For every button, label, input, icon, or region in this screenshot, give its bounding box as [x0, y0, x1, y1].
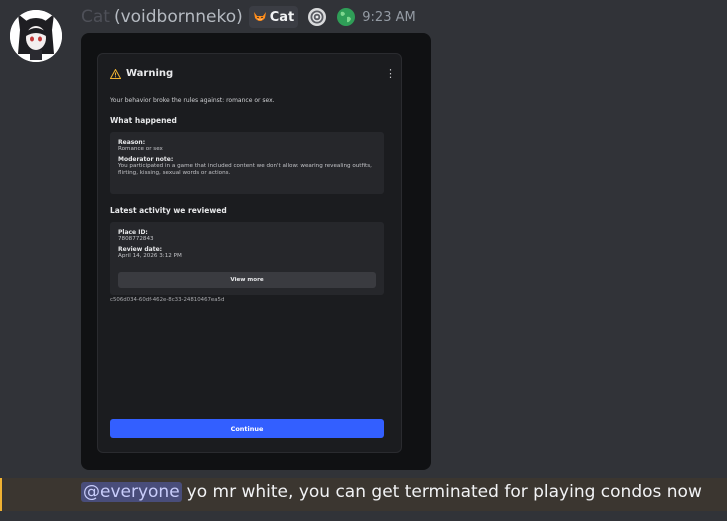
avatar-image	[10, 10, 62, 62]
case-id: c506d034-60df-462e-8c33-24810467ea5d	[110, 297, 225, 303]
warning-header: Warning	[110, 68, 173, 79]
warning-icon	[110, 68, 121, 79]
reason-value: Romance or sex	[118, 146, 163, 152]
globe-icon[interactable]	[336, 7, 356, 27]
avatar[interactable]	[10, 10, 62, 62]
activity-box: Place ID: 7808772843 Review date: April …	[110, 222, 384, 295]
view-more-button[interactable]: View more	[118, 272, 376, 288]
warning-intro: Your behavior broke the rules against: r…	[110, 97, 275, 104]
message-header: Cat (voidbornneko) Cat 9:23 AM	[81, 6, 416, 28]
review-date-value: April 14, 2026 3:12 PM	[118, 253, 182, 259]
place-id-value: 7808772843	[118, 236, 154, 242]
server-tag-label: Cat	[269, 9, 295, 25]
warning-card: Warning ⋮ Your behavior broke the rules …	[97, 53, 402, 453]
everyone-mention[interactable]: @everyone	[81, 482, 182, 502]
author-handle[interactable]: (voidbornneko)	[114, 7, 243, 27]
message-text: yo mr white, you can get terminated for …	[186, 482, 702, 502]
reason-label: Reason:	[118, 139, 146, 146]
timestamp: 9:23 AM	[362, 9, 416, 25]
place-id-label: Place ID:	[118, 229, 148, 236]
warning-title: Warning	[126, 68, 174, 79]
moderator-note-label: Moderator note:	[118, 156, 174, 163]
compass-badge-icon[interactable]	[306, 6, 328, 28]
activity-heading: Latest activity we reviewed	[110, 206, 227, 215]
fox-icon	[253, 12, 266, 21]
review-date-label: Review date:	[118, 246, 163, 253]
message-content: @everyone yo mr white, you can get termi…	[81, 482, 702, 502]
moderator-note-value: You participated in a game that included…	[118, 163, 372, 176]
server-tag[interactable]: Cat	[248, 6, 299, 28]
attachment-image[interactable]: Warning ⋮ Your behavior broke the rules …	[81, 33, 431, 470]
more-options-icon[interactable]: ⋮	[385, 68, 396, 79]
continue-button[interactable]: Continue	[110, 419, 384, 438]
what-happened-box: Reason: Romance or sex Moderator note: Y…	[110, 132, 384, 194]
what-happened-heading: What happened	[110, 116, 177, 125]
author-display-prefix[interactable]: Cat	[81, 7, 110, 27]
